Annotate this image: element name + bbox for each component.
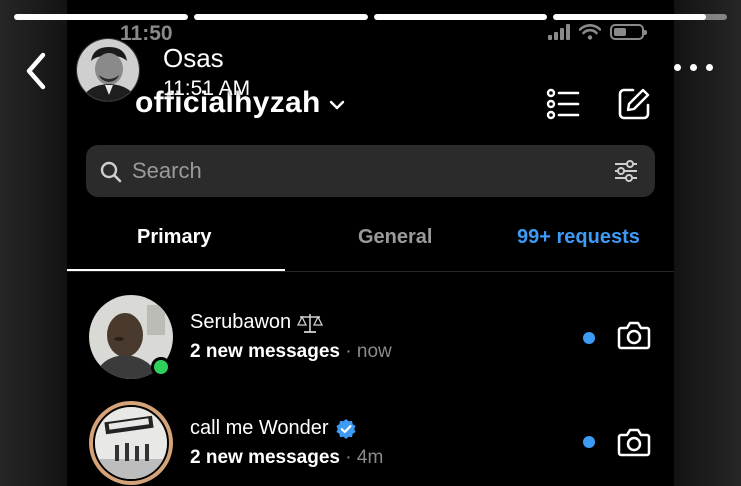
avatar	[89, 401, 173, 485]
story-username[interactable]: Osas	[163, 43, 224, 74]
story-progress-segment	[373, 14, 548, 20]
conversation-name-line: Serubawon	[190, 311, 324, 334]
story-progress-bars	[14, 14, 727, 20]
search-icon	[100, 161, 122, 183]
tab-primary[interactable]: Primary	[137, 226, 212, 249]
camera-icon[interactable]	[617, 426, 651, 458]
conversation-row[interactable]: Serubawon 2 new messages · now	[67, 287, 674, 391]
filter-icon[interactable]	[613, 158, 639, 184]
tabs-divider	[67, 271, 674, 272]
unread-dot	[583, 436, 595, 448]
battery-icon	[610, 24, 647, 40]
story-progress-segment	[14, 14, 188, 20]
story-author-avatar[interactable]	[76, 38, 140, 102]
camera-icon[interactable]	[617, 319, 651, 351]
story-progress-segment	[193, 14, 368, 20]
conversation-row[interactable]: call me Wonder 2 new messages · 4m	[67, 393, 674, 486]
chevron-down-icon	[329, 100, 344, 110]
story-backdrop-right	[671, 0, 741, 486]
message-time: · now	[345, 341, 392, 362]
profile-photo-icon	[77, 39, 139, 101]
message-time: · 4m	[345, 447, 384, 468]
tab-general[interactable]: General	[358, 226, 432, 249]
list-icon[interactable]	[545, 86, 581, 122]
unread-dot	[583, 332, 595, 344]
conversation-preview-line: 2 new messages · 4m	[190, 447, 383, 469]
inbox-tabs: Primary General 99+ requests	[67, 214, 674, 272]
message-preview: 2 new messages	[190, 447, 340, 468]
online-indicator	[151, 357, 171, 377]
story-timestamp: 11:51 AM	[163, 77, 251, 100]
verified-badge-icon	[335, 418, 356, 439]
tab-requests[interactable]: 99+ requests	[517, 226, 640, 249]
chevron-left-icon[interactable]	[24, 52, 48, 90]
message-preview: 2 new messages	[190, 341, 340, 362]
wifi-icon	[579, 24, 601, 40]
new-message-icon[interactable]	[616, 86, 652, 122]
conversation-name-line: call me Wonder	[190, 417, 357, 440]
conversation-preview-line: 2 new messages · now	[190, 341, 392, 363]
conversation-name: Serubawon	[190, 311, 292, 333]
cellular-signal-icon	[548, 24, 570, 40]
profile-photo-icon	[95, 407, 167, 479]
story-progress-segment	[553, 14, 727, 20]
more-horizontal-icon[interactable]	[674, 64, 713, 71]
search-input[interactable]	[132, 154, 572, 188]
status-bar-icons	[548, 24, 647, 40]
search-bar[interactable]	[86, 145, 655, 197]
scales-icon	[297, 313, 324, 333]
conversation-name: call me Wonder	[190, 417, 329, 439]
shared-screenshot: 11:50 officialhyzah Search Primary Gener…	[67, 0, 674, 486]
